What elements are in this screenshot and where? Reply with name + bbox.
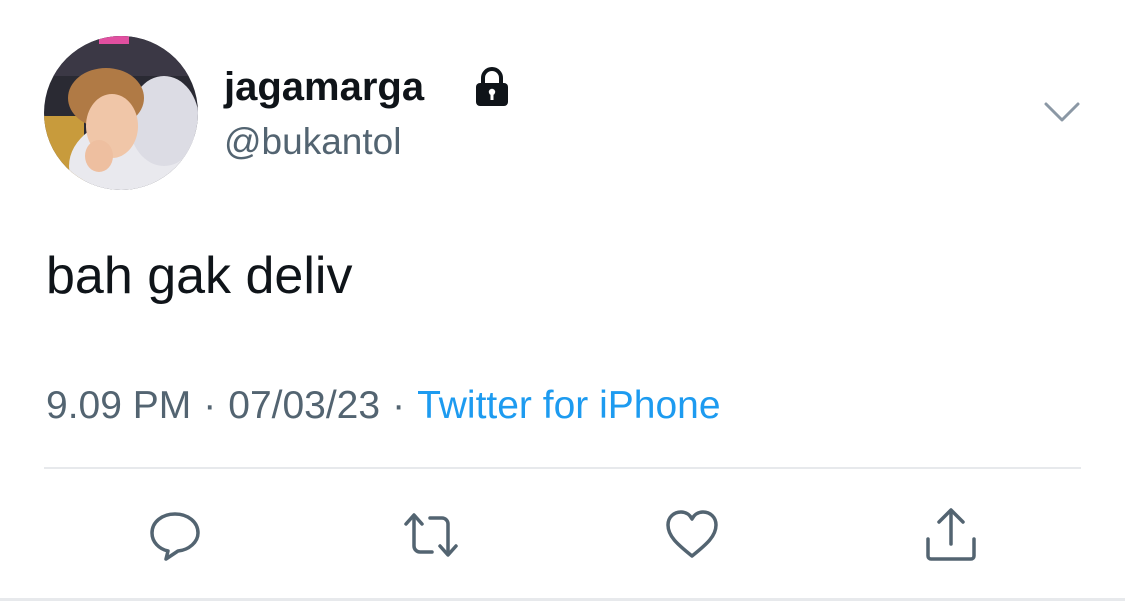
tweet-source-link[interactable]: Twitter for iPhone <box>417 384 720 427</box>
chevron-down-icon[interactable] <box>1040 96 1084 128</box>
divider <box>44 467 1081 469</box>
share-icon[interactable] <box>922 506 980 564</box>
tweet-meta: 9.09 PM · 07/03/23 · Twitter for iPhone <box>46 382 721 430</box>
meta-separator: · <box>203 384 217 427</box>
reply-icon[interactable] <box>146 506 204 564</box>
avatar[interactable] <box>44 36 198 190</box>
heart-icon[interactable] <box>663 506 721 564</box>
meta-separator: · <box>392 384 406 427</box>
lock-icon <box>476 67 508 106</box>
tweet-date[interactable]: 07/03/23 <box>228 384 380 427</box>
tweet-time[interactable]: 9.09 PM <box>46 384 191 427</box>
retweet-icon[interactable] <box>402 506 460 564</box>
avatar-image <box>44 36 198 190</box>
tweet-text: bah gak deliv <box>46 247 353 305</box>
handle[interactable]: @bukantol <box>224 119 401 165</box>
display-name[interactable]: jagamarga <box>224 63 424 111</box>
